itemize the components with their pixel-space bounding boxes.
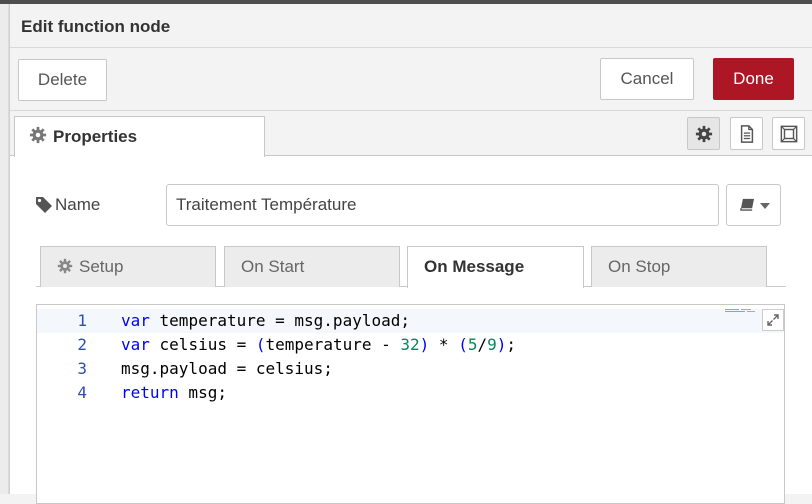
tab-setup[interactable]: Setup [40,246,216,287]
tab-on-start[interactable]: On Start [224,246,400,287]
document-icon [740,125,754,143]
code-line[interactable]: 1 var temperature = msg.payload; [37,309,784,333]
done-button[interactable]: Done [713,58,794,100]
delete-button[interactable]: Delete [18,59,107,101]
code-text: var celsius = (temperature - 32) * (5/9)… [121,335,517,354]
node-description-button[interactable] [730,117,763,150]
tag-icon [36,197,52,213]
line-number: 3 [77,359,87,378]
gear-icon [695,125,713,143]
tab-properties[interactable]: Properties [14,116,265,157]
code-text: msg.payload = celsius; [121,359,333,378]
name-input[interactable] [166,184,719,226]
expand-editor-button[interactable] [762,309,784,331]
tab-properties-label: Properties [53,127,138,146]
left-edge-panel [0,4,9,494]
tab-on-start-label: On Start [241,257,305,276]
code-editor[interactable]: 1 var temperature = msg.payload; 2 var c… [36,304,785,504]
expand-icon [767,314,779,326]
chevron-down-icon [760,203,770,209]
dialog-title: Edit function node [21,17,171,36]
gear-icon [57,258,73,274]
tab-on-stop[interactable]: On Stop [591,246,767,287]
editor-minimap [725,309,755,312]
tab-setup-label: Setup [79,257,124,276]
code-line[interactable]: 2 var celsius = (temperature - 32) * (5/… [37,333,784,357]
code-line[interactable]: 4 return msg; [37,381,784,405]
edit-tray: Edit function node Delete Cancel Done Pr… [9,4,812,504]
tab-on-stop-label: On Stop [608,257,671,276]
code-line[interactable]: 3 msg.payload = celsius; [37,357,784,381]
function-subtabs: Setup On Start On Message On Stop [36,246,786,288]
frame-icon [780,125,798,143]
cancel-button[interactable]: Cancel [600,58,694,100]
code-text: var temperature = msg.payload; [121,311,410,330]
line-number: 2 [77,335,87,354]
tray-header: Edit function node [10,4,812,48]
tab-on-message[interactable]: On Message [407,246,584,288]
tray-toolbar: Delete Cancel Done [10,48,812,111]
gear-icon [29,126,47,144]
line-number: 4 [77,383,87,402]
tab-on-message-label: On Message [424,257,525,276]
code-text: return msg; [121,383,227,402]
tab-bar: Properties [10,111,812,157]
node-appearance-button[interactable] [772,117,805,150]
name-label: Name [55,195,101,214]
library-button[interactable] [726,184,781,226]
book-icon [740,198,754,211]
line-number: 1 [77,311,87,330]
node-settings-button[interactable] [687,117,720,150]
